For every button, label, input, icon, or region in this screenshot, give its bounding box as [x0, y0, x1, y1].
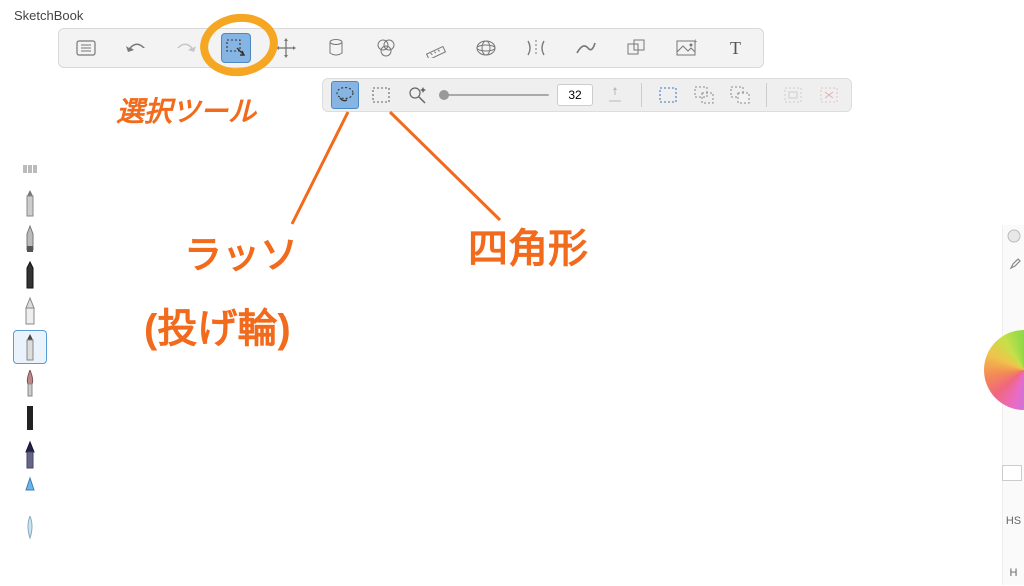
svg-text:T: T	[730, 39, 741, 57]
redo-icon[interactable]	[171, 33, 201, 63]
brush-palette	[0, 156, 60, 550]
invert-selection-icon[interactable]	[779, 81, 807, 109]
brush-brush-icon[interactable]	[13, 366, 47, 400]
separator	[766, 83, 767, 107]
ruler-icon[interactable]	[421, 33, 451, 63]
text-tool-icon[interactable]: T	[721, 33, 751, 63]
perspective-icon[interactable]	[471, 33, 501, 63]
separator	[641, 83, 642, 107]
replace-selection-icon[interactable]	[654, 81, 682, 109]
nudge-icon[interactable]	[601, 81, 629, 109]
annotation-line-lasso	[286, 108, 376, 228]
selection-sub-toolbar	[322, 78, 852, 112]
magic-wand-icon[interactable]	[403, 81, 431, 109]
history-label: H	[1010, 567, 1018, 579]
brush-smudge-icon[interactable]	[13, 510, 47, 544]
subtract-selection-icon[interactable]	[726, 81, 754, 109]
add-selection-icon[interactable]	[690, 81, 718, 109]
color-mode-label[interactable]: HS	[1006, 515, 1021, 527]
selection-tool-icon[interactable]	[221, 33, 251, 63]
menu-icon[interactable]	[71, 33, 101, 63]
svg-text:+: +	[693, 39, 697, 46]
brush-ballpoint-icon[interactable]	[13, 330, 47, 364]
brush-chisel-icon[interactable]	[13, 294, 47, 328]
lasso-select-icon[interactable]	[331, 81, 359, 109]
rectangle-select-icon[interactable]	[367, 81, 395, 109]
stroke-stabilizer-icon[interactable]	[571, 33, 601, 63]
tolerance-slider[interactable]	[439, 94, 549, 96]
brush-pencil-icon[interactable]	[13, 186, 47, 220]
fill-icon[interactable]	[321, 33, 351, 63]
brush-paint-icon[interactable]	[13, 474, 47, 508]
main-toolbar: + T	[58, 28, 764, 68]
eyedropper-icon[interactable]	[1007, 256, 1021, 273]
annotation-rect-label: 四角形	[468, 216, 588, 274]
app-title: SketchBook	[14, 8, 83, 23]
symmetry-x-icon[interactable]	[521, 33, 551, 63]
color-wheel[interactable]	[984, 330, 1024, 410]
undo-icon[interactable]	[121, 33, 151, 63]
image-icon[interactable]: +	[671, 33, 701, 63]
brush-airbrush-icon[interactable]	[13, 222, 47, 256]
shapes-icon[interactable]	[621, 33, 651, 63]
tolerance-input[interactable]	[557, 84, 593, 106]
brush-marker-icon[interactable]	[13, 258, 47, 292]
guides-icon[interactable]	[371, 33, 401, 63]
brush-ink-icon[interactable]	[13, 438, 47, 472]
color-puck-icon[interactable]	[1007, 229, 1021, 246]
palette-toggle-icon[interactable]	[13, 160, 47, 178]
current-color-swatch[interactable]	[1002, 465, 1022, 481]
deselect-icon[interactable]	[815, 81, 843, 109]
annotation-selection-label: 選択ツール	[116, 90, 256, 130]
annotation-line-rect	[380, 108, 520, 228]
transform-icon[interactable]	[271, 33, 301, 63]
annotation-lasso-label: ラッソ	[184, 224, 298, 279]
brush-felt-icon[interactable]	[13, 402, 47, 436]
annotation-lasso-sub: (投げ輪)	[144, 296, 291, 354]
